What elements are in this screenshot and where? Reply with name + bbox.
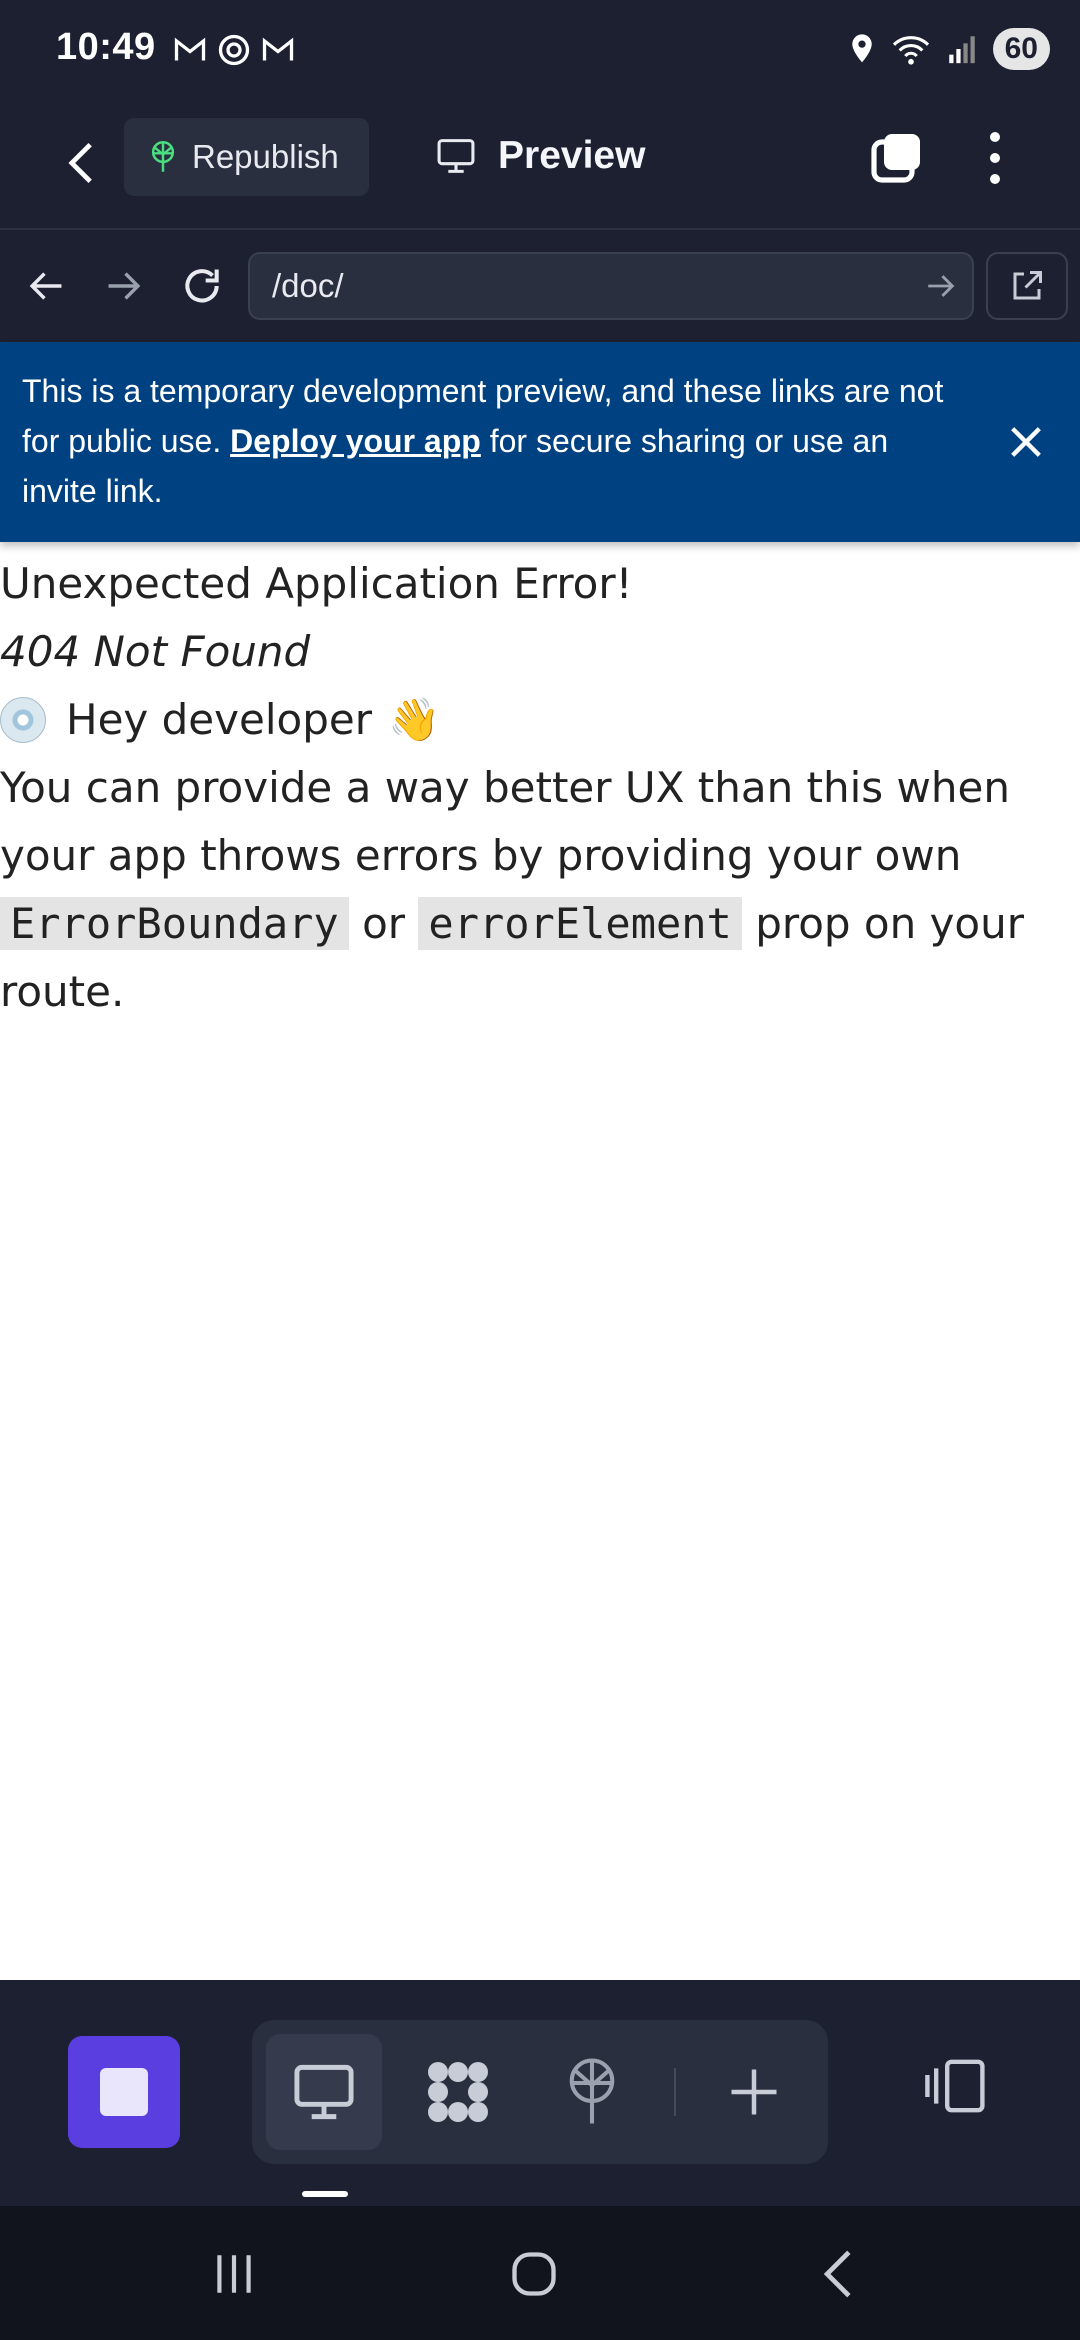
apps-icon: [428, 2062, 488, 2122]
url-input[interactable]: /doc/: [248, 252, 974, 320]
home-button[interactable]: [494, 2242, 574, 2306]
apps-tool[interactable]: [400, 2034, 516, 2150]
more-dot: [990, 153, 1000, 163]
reload-icon: [185, 269, 219, 303]
tool-group: [252, 2020, 828, 2164]
location-icon: [851, 34, 872, 63]
add-tool-button[interactable]: [696, 2034, 812, 2150]
system-back-button[interactable]: [798, 2242, 878, 2306]
desktop-icon: [294, 2064, 354, 2120]
status-icons: 60: [847, 28, 1050, 70]
more-dot: [990, 132, 1000, 142]
stop-icon: [100, 2068, 148, 2116]
arrow-right-icon: [108, 272, 141, 300]
panel-icon: [925, 2059, 985, 2113]
chevron-left-icon: [823, 2250, 851, 2298]
browser-forward-button[interactable]: [98, 260, 150, 312]
url-bar: /doc/: [0, 230, 1080, 342]
url-text: /doc/: [272, 267, 344, 304]
monitor-icon: [437, 139, 475, 173]
code-error-element: errorElement: [418, 897, 742, 950]
republish-label: Republish: [192, 138, 339, 175]
tabs-icon: [871, 134, 920, 183]
go-arrow-icon[interactable]: [924, 266, 958, 306]
error-page: Unexpected Application Error! 404 Not Fo…: [0, 542, 1080, 1026]
active-tab-indicator: [302, 2191, 348, 2197]
notification-icons: [172, 32, 296, 68]
developer-greeting: Hey developer 👋: [0, 686, 1080, 754]
status-bar: 10:49 60: [0, 0, 1080, 100]
disc-icon: [0, 697, 46, 743]
preview-label: Preview: [498, 134, 646, 177]
gmail-icon: [174, 37, 206, 61]
recents-icon: [217, 2255, 251, 2293]
browser-back-button[interactable]: [20, 260, 72, 312]
toolbar-divider: [674, 2068, 676, 2116]
more-options-button[interactable]: [978, 128, 1012, 188]
signal-icon: [948, 36, 975, 64]
open-external-button[interactable]: [986, 252, 1068, 320]
dev-preview-banner: This is a temporary development preview,…: [0, 342, 1080, 542]
deploy-icon: [151, 141, 175, 172]
side-panel-button[interactable]: [914, 2044, 998, 2128]
error-body-2: or: [348, 899, 419, 948]
wave-emoji: 👋: [387, 695, 441, 744]
code-error-boundary: ErrorBoundary: [0, 897, 349, 950]
wifi-icon: [892, 36, 929, 65]
deploy-tool[interactable]: [534, 2034, 650, 2150]
plus-icon: [731, 2069, 777, 2115]
close-icon[interactable]: [1006, 422, 1046, 462]
chevron-left-icon: [68, 142, 92, 184]
reload-button[interactable]: [176, 260, 228, 312]
threads-icon: [218, 34, 250, 66]
greeting-text: Hey developer: [66, 695, 372, 744]
stop-button[interactable]: [68, 2036, 180, 2148]
back-button[interactable]: [56, 138, 106, 188]
bottom-toolbar: [0, 1980, 1080, 2206]
home-icon: [512, 2252, 556, 2296]
error-body-1: You can provide a way better UX than thi…: [0, 763, 1010, 880]
more-dot: [990, 174, 1000, 184]
gmail-icon: [262, 37, 294, 61]
error-message: You can provide a way better UX than thi…: [0, 754, 1080, 1026]
app-bar: Republish Preview: [0, 100, 1080, 230]
external-link-icon: [1013, 271, 1042, 300]
status-time: 10:49: [56, 26, 156, 68]
deploy-icon: [569, 2058, 615, 2124]
recents-button[interactable]: [194, 2242, 274, 2306]
arrow-left-icon: [29, 272, 62, 300]
battery-indicator: 60: [992, 28, 1050, 70]
republish-button[interactable]: Republish: [124, 118, 369, 196]
error-title: Unexpected Application Error!: [0, 559, 633, 608]
error-status: 404 Not Found: [0, 627, 311, 676]
system-nav-bar: [0, 2206, 1080, 2340]
preview-tab[interactable]: Preview: [436, 126, 645, 186]
desktop-tool[interactable]: [266, 2034, 382, 2150]
deploy-app-link[interactable]: Deploy your app: [230, 423, 481, 459]
tabs-button[interactable]: [866, 128, 926, 188]
